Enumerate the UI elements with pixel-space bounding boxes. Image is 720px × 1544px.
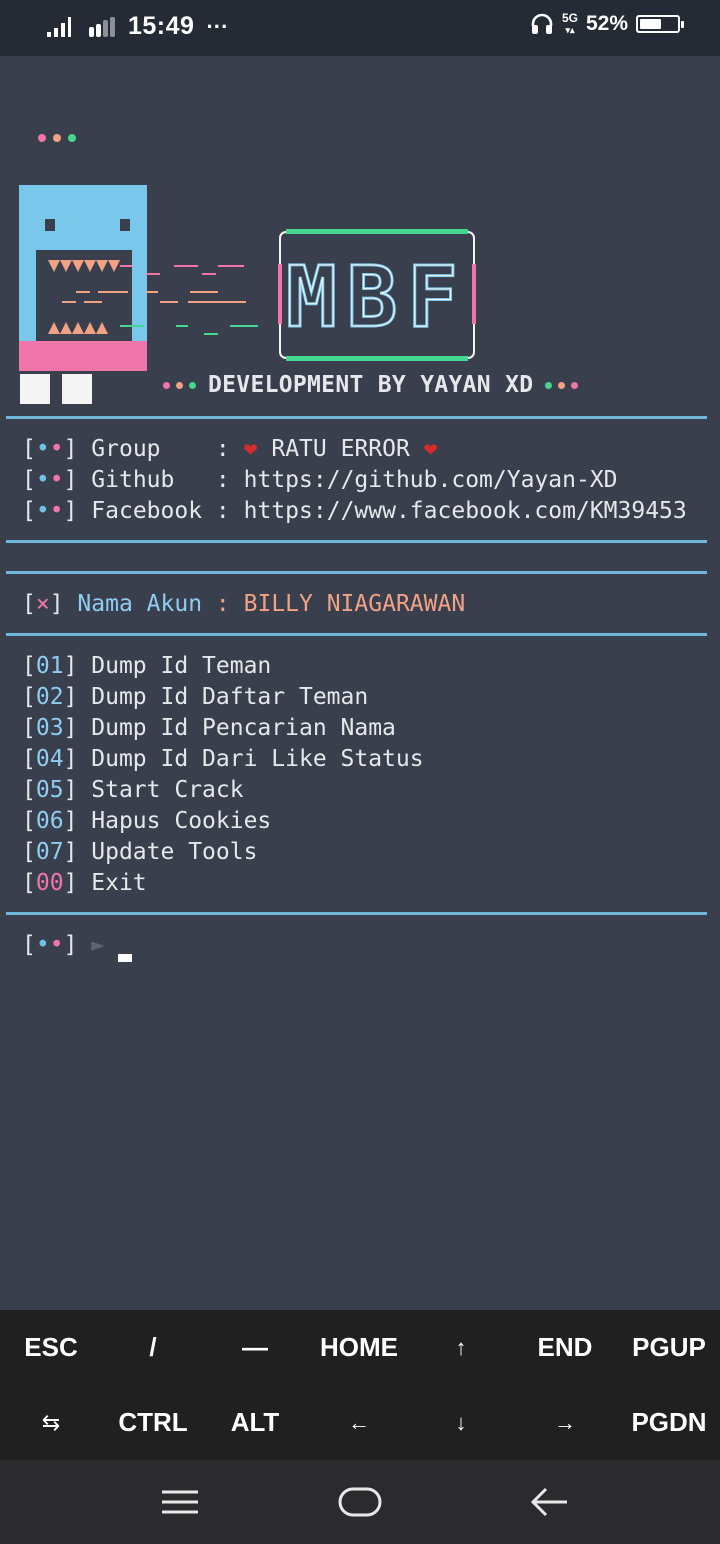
menu-item-04[interactable]: [04] Dump Id Dari Like Status [22,744,424,775]
developer-credit: DEVELOPMENT BY YAYAN XD [163,372,579,398]
key-end[interactable]: END [514,1310,616,1385]
info-row-group: [••] Group : ❤ RATU ERROR ❤ [22,436,438,462]
menu-item-02[interactable]: [02] Dump Id Daftar Teman [22,682,368,713]
divider [6,633,707,636]
network-5g-icon: 5G ▾▴ [561,11,578,35]
key-right[interactable]: → [514,1385,616,1460]
info-row-github: [••] Github : https://github.com/Yayan-X… [22,467,618,493]
facebook-link[interactable]: https://www.facebook.com/KM39453 [244,498,687,524]
home-icon[interactable] [330,1478,390,1526]
system-nav-bar [0,1460,720,1544]
battery-icon [636,15,684,33]
battery-percent: 52% [585,12,628,35]
signal-icon [47,16,71,37]
key-slash[interactable]: / [102,1310,204,1385]
divider [6,912,707,915]
key-dash[interactable]: — [204,1310,306,1385]
account-name: BILLY NIAGARAWAN [243,591,466,617]
key-tab[interactable]: ⇆ [0,1385,102,1460]
extra-keys-bar: ESC / — HOME ↑ END PGUP ⇆ CTRL ALT ← ↓ →… [0,1310,720,1460]
github-link[interactable]: https://github.com/Yayan-XD [244,467,618,493]
developer-text: DEVELOPMENT BY YAYAN XD [208,372,534,398]
prompt-arrow-icon: ► [91,932,106,958]
decor-dots-left [163,381,196,389]
back-icon[interactable] [520,1478,580,1526]
window-dots [38,134,76,142]
decor-dots-right [545,381,579,389]
headphones-icon [531,13,553,34]
divider [6,571,707,574]
key-alt[interactable]: ALT [204,1385,306,1460]
divider [6,540,707,543]
key-esc[interactable]: ESC [0,1310,102,1385]
text-cursor [118,954,132,962]
key-left[interactable]: ← [308,1385,410,1460]
menu-item-03[interactable]: [03] Dump Id Pencarian Nama [22,713,396,744]
status-bar: 15:49 ··· 5G ▾▴ 52% [0,0,720,56]
menu-item-00[interactable]: [00] Exit [22,868,147,899]
menu-icon[interactable] [150,1478,210,1526]
terminal-screen[interactable]: MBF MBF DEVELOPMENT BY YAYAN XD [••] Gro… [0,56,720,1310]
account-row: [×] Nama Akun : BILLY NIAGARAWAN [22,591,466,617]
key-ctrl[interactable]: CTRL [102,1385,204,1460]
heart-icon: ❤ [243,436,258,462]
heart-icon: ❤ [423,436,438,462]
menu-item-01[interactable]: [01] Dump Id Teman [22,651,271,682]
key-home[interactable]: HOME [308,1310,410,1385]
divider [6,416,707,419]
menu-item-06[interactable]: [06] Hapus Cookies [22,806,271,837]
menu-item-07[interactable]: [07] Update Tools [22,837,257,868]
key-pgdn[interactable]: PGDN [618,1385,720,1460]
key-down[interactable]: ↓ [410,1385,512,1460]
clock: 15:49 [128,12,195,40]
logo-text-outline: MBF [286,248,468,346]
key-pgup[interactable]: PGUP [618,1310,720,1385]
key-up[interactable]: ↑ [410,1310,512,1385]
input-prompt[interactable]: [••] ► [22,930,105,961]
signal-2-icon [89,16,115,37]
info-row-facebook: [••] Facebook : https://www.facebook.com… [22,498,687,524]
menu-item-05[interactable]: [05] Start Crack [22,775,244,806]
more-notifications-indicator: ··· [206,13,229,39]
